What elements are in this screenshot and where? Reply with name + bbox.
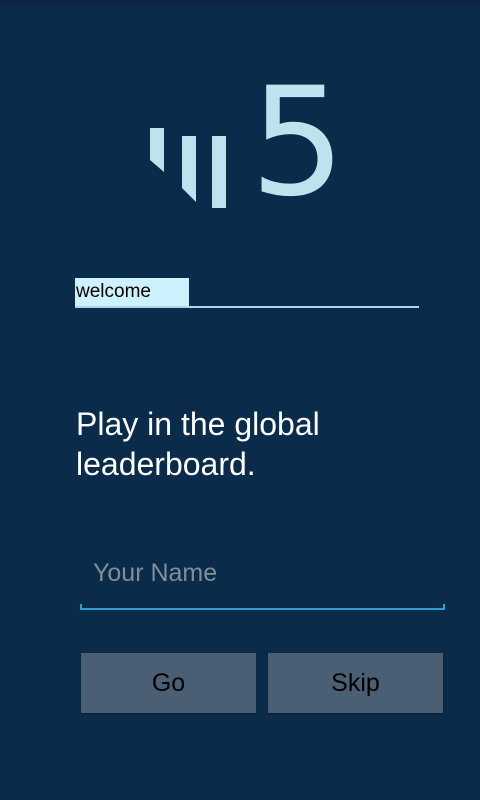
- go-button[interactable]: Go: [81, 653, 256, 713]
- section-tab-label: welcome: [75, 278, 189, 306]
- section-tab: welcome: [75, 278, 419, 308]
- signal-bars-icon: [150, 128, 226, 208]
- name-field-underline: [80, 604, 445, 610]
- status-bar: [0, 0, 480, 10]
- name-field[interactable]: [80, 548, 445, 610]
- name-input[interactable]: [80, 548, 445, 598]
- skip-button[interactable]: Skip: [268, 653, 443, 713]
- logo-digit: 5: [250, 56, 346, 230]
- headline: Play in the global leaderboard.: [76, 406, 320, 482]
